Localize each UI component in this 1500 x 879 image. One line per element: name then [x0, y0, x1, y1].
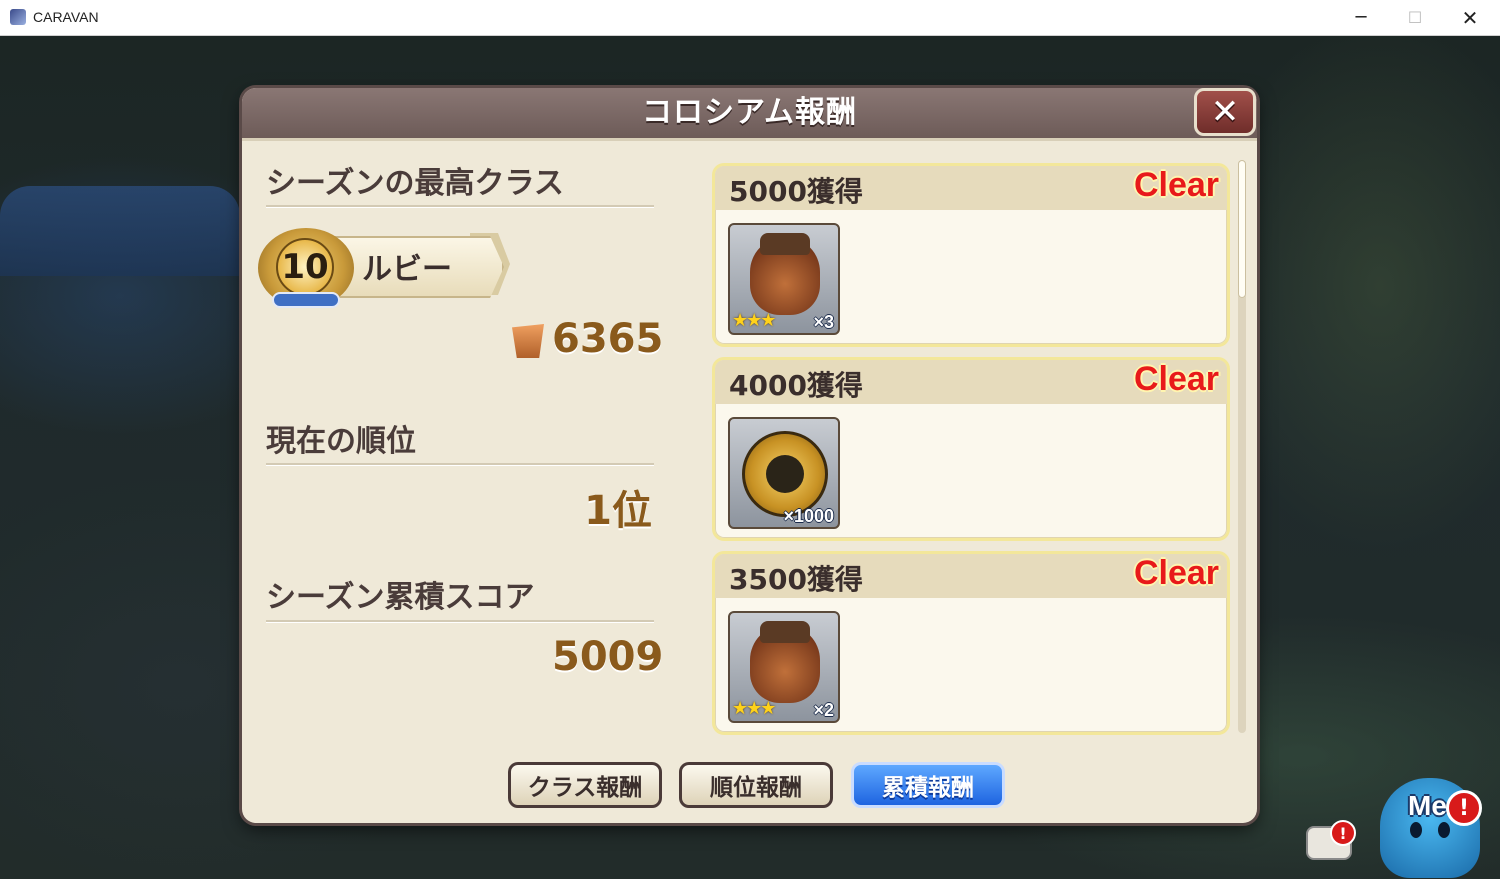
reward-threshold: 3500獲得 — [729, 563, 863, 596]
season-total-score-value: 5009 — [552, 634, 664, 680]
divider — [266, 620, 654, 623]
reward-threshold: 4000獲得 — [729, 369, 863, 402]
season-total-score-label: シーズン累積スコア — [266, 580, 535, 615]
rarity-stars: ★★★ — [732, 698, 776, 719]
reward-card: 4000獲得 Clear ×1000 — [712, 357, 1230, 541]
mascot-alert-badge: ! — [1446, 790, 1482, 826]
rank-name: ルビー — [362, 252, 452, 287]
season-best-class-label: シーズンの最高クラス — [266, 166, 564, 201]
mascot-eye — [1438, 822, 1450, 838]
reward-list[interactable]: 5000獲得 Clear ★★★ ×3 4000獲得 Clear ×1000 3… — [712, 163, 1234, 738]
window-close-button[interactable]: ✕ — [1443, 0, 1497, 35]
item-quantity: ×1000 — [783, 506, 834, 526]
dialog-title: コロシアム報酬 — [642, 95, 857, 130]
points-icon — [512, 324, 544, 358]
dialog-close-button[interactable]: ✕ — [1194, 88, 1256, 136]
reward-card-header: 4000獲得 Clear — [715, 360, 1227, 404]
current-rank-value: 1位 — [584, 488, 652, 534]
clear-status: Clear — [1133, 166, 1219, 204]
rank-emblem-icon: 10 — [258, 224, 358, 316]
scrollbar-thumb[interactable] — [1238, 160, 1246, 298]
mascot-label: Me — [1408, 790, 1447, 821]
clear-status: Clear — [1133, 554, 1219, 592]
window-title: CARAVAN — [33, 9, 99, 25]
mascot-eye — [1410, 822, 1422, 838]
reward-card-header: 3500獲得 Clear — [715, 554, 1227, 598]
reward-item[interactable]: ★★★ ×2 — [728, 611, 840, 723]
reward-list-scrollbar[interactable] — [1238, 160, 1246, 733]
tab-rank-reward[interactable]: 順位報酬 — [679, 762, 833, 808]
reward-item[interactable]: ★★★ ×3 — [728, 223, 840, 335]
class-points: 6365 — [552, 316, 664, 362]
divider — [266, 205, 654, 208]
clear-status: Clear — [1133, 360, 1219, 398]
reward-card: 3500獲得 Clear ★★★ ×2 — [712, 551, 1230, 735]
item-quantity: ×3 — [813, 312, 834, 332]
bag-tie-icon — [760, 621, 810, 643]
dialog-header: コロシアム報酬 — [242, 88, 1257, 141]
chat-alert-badge: ! — [1330, 820, 1356, 846]
item-quantity: ×2 — [813, 700, 834, 720]
background-roof — [0, 186, 240, 276]
app-icon — [10, 9, 26, 25]
ribbon-icon — [272, 292, 340, 308]
tab-cumulative-reward[interactable]: 累積報酬 — [851, 762, 1005, 808]
divider — [266, 463, 654, 466]
rank-number: 10 — [276, 238, 334, 296]
bag-tie-icon — [760, 233, 810, 255]
medal-face-icon — [766, 455, 804, 493]
rarity-stars: ★★★ — [732, 310, 776, 331]
reward-card: 5000獲得 Clear ★★★ ×3 — [712, 163, 1230, 347]
tab-class-reward[interactable]: クラス報酬 — [508, 762, 662, 808]
reward-card-header: 5000獲得 Clear — [715, 166, 1227, 210]
reward-threshold: 5000獲得 — [729, 175, 863, 208]
reward-item[interactable]: ×1000 — [728, 417, 840, 529]
minimize-button[interactable]: ─ — [1334, 0, 1388, 35]
window-titlebar: CARAVAN ─ ☐ ✕ — [0, 0, 1500, 36]
maximize-button[interactable]: ☐ — [1388, 0, 1442, 35]
current-rank-label: 現在の順位 — [266, 424, 416, 459]
